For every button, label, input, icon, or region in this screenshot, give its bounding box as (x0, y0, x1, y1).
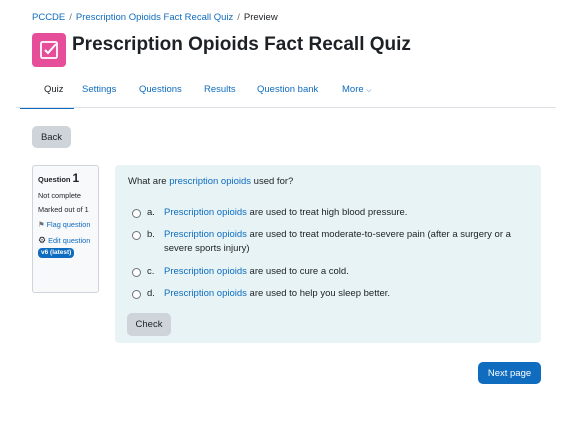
question-number-value: 1 (72, 171, 80, 185)
glossary-link[interactable]: Prescription opioids (164, 229, 247, 240)
answer-body: are used to treat high blood pressure. (246, 207, 408, 218)
flag-question-label: Flag question (46, 219, 91, 229)
breadcrumb-pccde[interactable]: PCCDE (32, 12, 65, 23)
flag-icon: ⚑ (38, 219, 45, 229)
answer-letter: a. (147, 207, 155, 218)
question-number: Question 1 (38, 171, 93, 186)
answer-text: Prescription opioids are used to treat h… (164, 206, 530, 220)
question-status: Not complete (38, 190, 81, 200)
glossary-link[interactable]: Prescription opioids (164, 207, 247, 218)
breadcrumb-separator: / (237, 12, 240, 23)
answer-text: Prescription opioids are used to cure a … (164, 265, 530, 279)
edit-question-link[interactable]: ⚙ Edit question (38, 235, 93, 245)
radio-button[interactable] (132, 231, 141, 240)
question-prefix: What are (128, 176, 170, 187)
tab-more-label: More (342, 84, 364, 95)
tab-more[interactable]: More ⌵ (342, 78, 372, 108)
flag-question-link[interactable]: ⚑ Flag question (38, 219, 93, 229)
version-badge: v6 (latest) (38, 248, 75, 258)
radio-button[interactable] (132, 268, 141, 277)
quiz-checkbox-icon (32, 33, 66, 67)
next-page-button[interactable]: Next page (478, 362, 541, 384)
question-info-panel: Question 1 Not complete Marked out of 1 … (32, 165, 99, 293)
tab-quiz[interactable]: Quiz (20, 78, 82, 109)
question-suffix: used for? (251, 176, 294, 187)
version-row: v6 (latest) (38, 248, 93, 258)
answer-option-b[interactable]: b. Prescription opioids are used to trea… (132, 228, 530, 256)
answer-text: Prescription opioids are used to treat m… (164, 228, 530, 256)
answer-body: are used to cure a cold. (246, 266, 349, 277)
answer-option-c[interactable]: c. Prescription opioids are used to cure… (132, 265, 530, 279)
question-label: Question (38, 175, 71, 184)
answer-text: Prescription opioids are used to help yo… (164, 287, 530, 301)
question-text: What are prescription opioids used for? (128, 176, 293, 187)
answer-option-a[interactable]: a. Prescription opioids are used to trea… (132, 206, 530, 220)
answer-letter: b. (147, 229, 155, 240)
glossary-link[interactable]: Prescription opioids (164, 288, 247, 299)
breadcrumb: PCCDE / Prescription Opioids Fact Recall Q… (32, 12, 278, 23)
breadcrumb-quiz[interactable]: Prescription Opioids Fact Recall Quiz (76, 12, 233, 23)
breadcrumb-separator: / (69, 12, 72, 23)
answer-letter: c. (147, 266, 155, 277)
tab-settings[interactable]: Settings (82, 78, 139, 108)
secondary-navigation: Quiz Settings Questions Results Question… (20, 78, 372, 110)
back-button[interactable]: Back (32, 126, 71, 148)
radio-button[interactable] (132, 209, 141, 218)
chevron-down-icon: ⌵ (366, 87, 372, 94)
tab-question-bank[interactable]: Question bank (257, 78, 342, 108)
answer-option-d[interactable]: d. Prescription opioids are used to help… (132, 287, 530, 301)
glossary-link[interactable]: Prescription opioids (164, 266, 247, 277)
question-grade: Marked out of 1 (38, 205, 89, 215)
page-title: Prescription Opioids Fact Recall Quiz (72, 34, 411, 55)
check-button[interactable]: Check (127, 313, 171, 336)
radio-button[interactable] (132, 290, 141, 299)
glossary-link[interactable]: prescription opioids (169, 176, 251, 187)
edit-question-label: Edit question (48, 235, 91, 245)
gear-icon: ⚙ (38, 234, 47, 245)
tabs-divider (16, 107, 556, 108)
tab-results[interactable]: Results (204, 78, 257, 108)
tab-questions[interactable]: Questions (139, 78, 204, 108)
answer-letter: d. (147, 288, 155, 299)
breadcrumb-preview: Preview (243, 12, 278, 23)
answer-body: are used to help you sleep better. (246, 288, 391, 299)
